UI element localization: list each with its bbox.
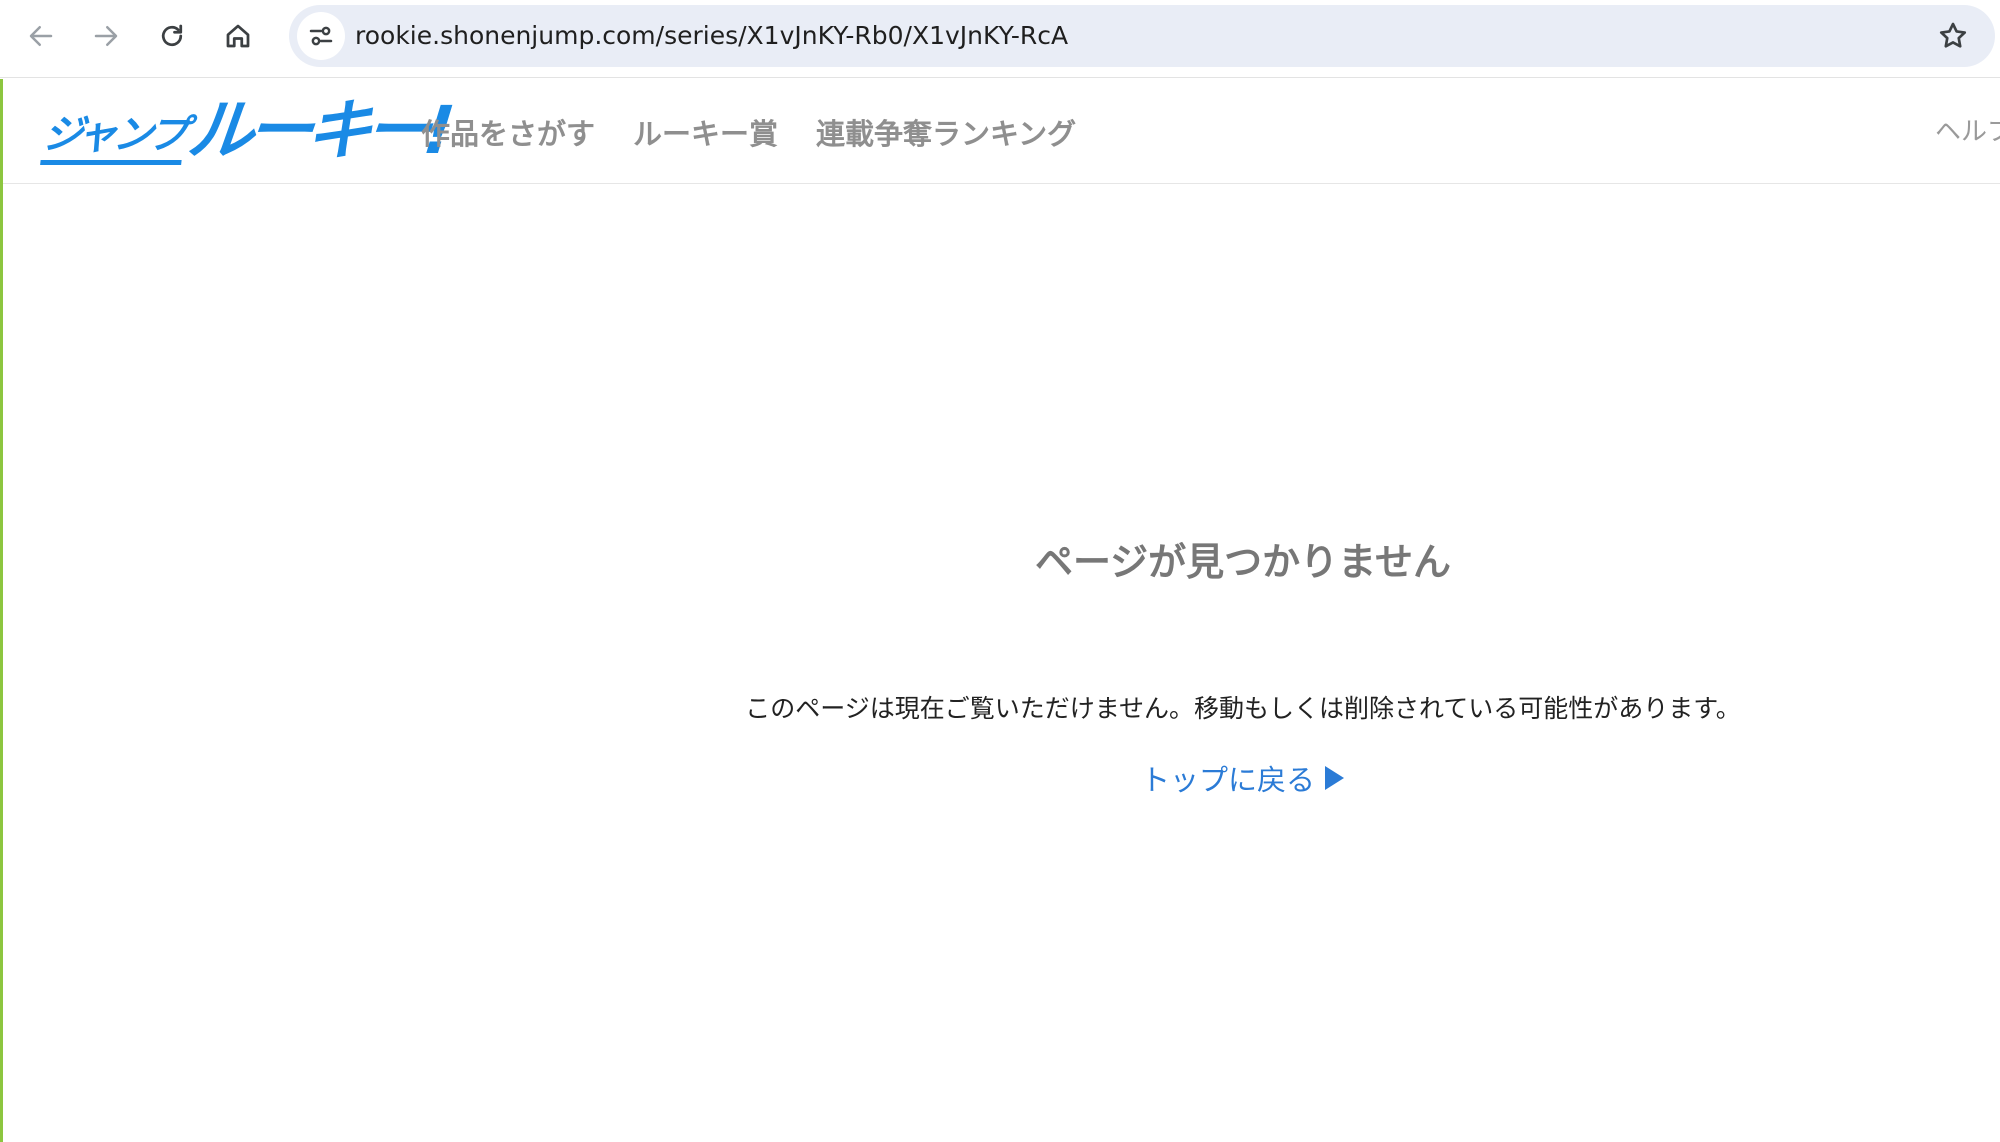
tune-icon <box>309 26 333 46</box>
page-content: ジャンプ ルーキー! 作品をさがす ルーキー賞 連載争奪ランキング ヘルプ ペー… <box>0 79 2000 1142</box>
site-logo[interactable]: ジャンプ ルーキー! <box>40 92 452 169</box>
nav-search-works[interactable]: 作品をさがす <box>421 111 595 153</box>
nav-serial-ranking[interactable]: 連載争奪ランキング <box>816 111 1076 153</box>
arrow-left-icon <box>29 26 53 46</box>
nav-rookie-award[interactable]: ルーキー賞 <box>633 111 778 153</box>
error-message: このページは現在ご覧いただけません。移動もしくは削除されている可能性があります。 <box>745 694 1741 723</box>
site-info-button[interactable] <box>297 12 345 60</box>
url-text[interactable]: rookie.shonenjump.com/series/X1vJnKY-Rb0… <box>355 5 1068 67</box>
back-to-top-label: トップに戻る <box>1141 763 1316 797</box>
browser-toolbar: rookie.shonenjump.com/series/X1vJnKY-Rb0… <box>0 0 2000 78</box>
reload-icon <box>161 24 183 47</box>
logo-rookie-text: ルーキー! <box>183 92 452 169</box>
error-title: ページが見つかりません <box>1034 540 1452 584</box>
star-outline-icon <box>1939 22 1967 48</box>
nav-help[interactable]: ヘルプ <box>1935 111 2000 148</box>
forward-button[interactable] <box>84 14 128 58</box>
logo-jump-text: ジャンプ <box>40 110 187 165</box>
address-bar[interactable]: rookie.shonenjump.com/series/X1vJnKY-Rb0… <box>289 5 1995 67</box>
main-nav: 作品をさがす ルーキー賞 連載争奪ランキング <box>421 79 1114 184</box>
bookmark-button[interactable] <box>1933 16 1973 56</box>
site-header: ジャンプ ルーキー! 作品をさがす ルーキー賞 連載争奪ランキング ヘルプ <box>3 79 2000 184</box>
back-button[interactable] <box>19 14 63 58</box>
arrow-right-icon <box>94 26 118 46</box>
back-to-top-link[interactable]: トップに戻る <box>1141 757 1345 799</box>
home-icon <box>226 24 250 48</box>
reload-button[interactable] <box>150 14 194 58</box>
play-arrow-icon <box>1325 766 1345 790</box>
home-button[interactable] <box>216 14 260 58</box>
